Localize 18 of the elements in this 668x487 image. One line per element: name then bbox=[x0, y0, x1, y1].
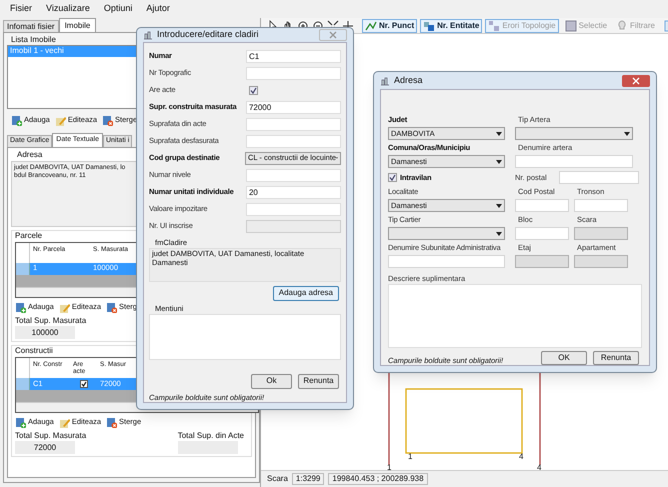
field-label: Total Sup. din Acte bbox=[178, 431, 244, 441]
status-field: 199840.453 ; 200289.938 bbox=[328, 473, 428, 485]
window-title: Adresa bbox=[394, 74, 423, 86]
total-field: 100000 bbox=[15, 326, 75, 339]
point-label: 4 bbox=[537, 463, 542, 472]
status-field: 1:3299 bbox=[292, 473, 324, 485]
point-label: 1 bbox=[408, 452, 412, 461]
group-title: Constructii bbox=[15, 346, 53, 357]
point-label: 1 bbox=[387, 463, 392, 472]
status-label: Scara bbox=[267, 474, 288, 484]
window-title: Introducere/editare cladiri bbox=[157, 29, 259, 40]
total-field: 72000 bbox=[15, 441, 75, 454]
field-label: Total Sup. Masurata bbox=[15, 316, 86, 326]
group-title: Adresa bbox=[16, 150, 42, 161]
field-label: Total Sup. Masurata bbox=[15, 431, 86, 441]
group-title: Lista Imobile bbox=[10, 35, 56, 45]
group-title: Parcele bbox=[15, 231, 42, 242]
point-label: 4 bbox=[519, 452, 524, 461]
